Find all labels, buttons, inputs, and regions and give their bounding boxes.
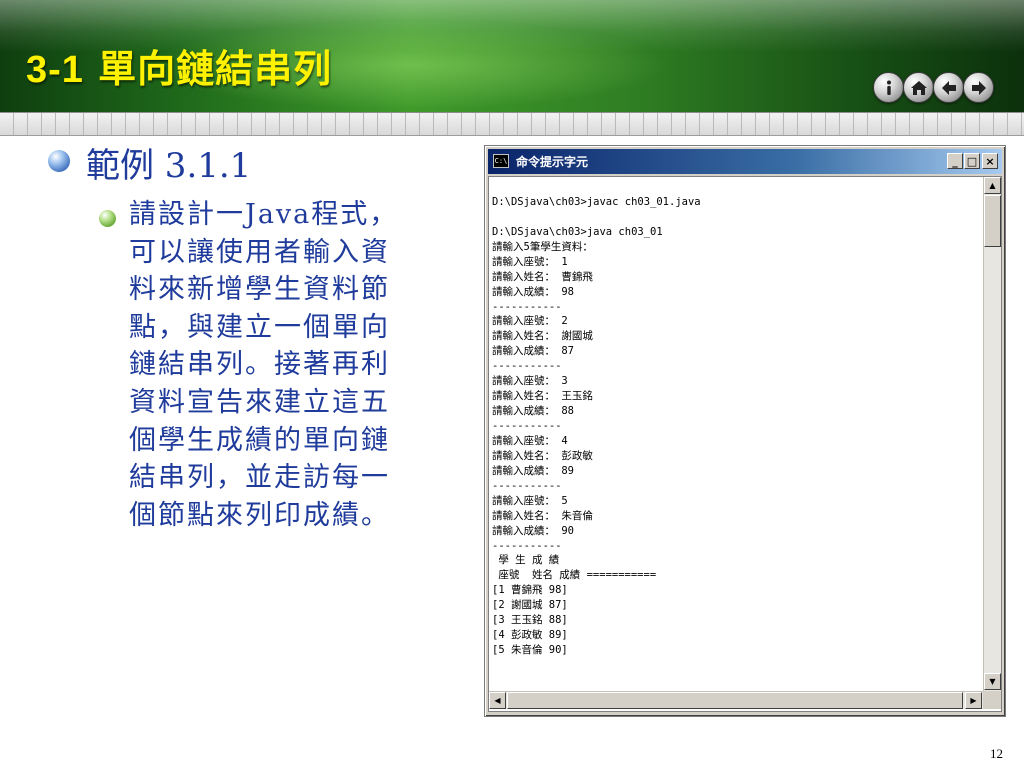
console-line: 請輸入5筆學生資料： (492, 240, 593, 253)
description-line: 資料宣告來建立這五 (129, 386, 390, 418)
console-line: 請輸入座號： 3 (492, 375, 568, 388)
sub-bullet-icon (99, 210, 116, 227)
description-line: 結串列，並走訪每一 (129, 462, 390, 494)
bullet-icon (48, 150, 70, 172)
console-line: 請輸入姓名： 彭政敏 (492, 449, 593, 462)
console-line: 請輸入成績： 88 (492, 405, 574, 418)
horizontal-scroll-thumb[interactable] (507, 692, 963, 709)
title-bar: 3-1 單向鏈結串列 (0, 0, 1024, 112)
description-line: 料來新增學生資料節 (129, 274, 390, 306)
description-line: 鏈結串列。接著再利 (129, 349, 390, 381)
console-line: 請輸入成績： 98 (492, 285, 574, 298)
scrollbar-corner (983, 691, 1001, 709)
console-line: 請輸入姓名： 王玉銘 (492, 390, 593, 403)
console-line: 請輸入姓名： 謝國城 (492, 330, 593, 343)
description-line: 請設計一Java程式， (129, 199, 399, 230)
header-divider (0, 112, 1024, 136)
window-title: 命令提示字元 (516, 155, 589, 169)
vertical-scroll-thumb[interactable] (984, 195, 1001, 247)
console-line: 請輸入座號： 2 (492, 315, 568, 328)
description-line: 點，與建立一個單向 (129, 311, 390, 343)
console-line: ----------- (492, 360, 562, 373)
command-prompt-window: C:\ 命令提示字元 _ □ × D:\DSjava\ch03>javac ch… (484, 145, 1006, 717)
console-line: D:\DSjava\ch03>javac ch03_01.java (492, 195, 701, 208)
cmd-app-icon[interactable]: C:\ (493, 154, 509, 168)
window-titlebar[interactable]: C:\ 命令提示字元 _ □ × (488, 149, 1002, 174)
home-button[interactable] (903, 72, 934, 103)
up-arrow-icon: ▲ (989, 181, 996, 190)
console-line: [4 彭政敏 89] (492, 629, 568, 642)
console-line: D:\DSjava\ch03>java ch03_01 (492, 225, 663, 238)
console-line: 請輸入成績： 87 (492, 345, 574, 358)
close-button[interactable]: × (982, 153, 998, 169)
scroll-down-button[interactable]: ▼ (984, 673, 1001, 690)
console-line: 請輸入成績： 90 (492, 524, 574, 537)
slide-title-text: 單向鏈結串列 (83, 46, 333, 91)
console-line: 請輸入姓名： 曹錦飛 (492, 270, 593, 283)
console-line: 請輸入姓名： 朱音倫 (492, 509, 593, 522)
console-line: [1 曹錦飛 98] (492, 584, 568, 597)
console-line: [3 王玉銘 88] (492, 614, 568, 627)
console-line: 請輸入成績： 89 (492, 464, 574, 477)
console-line: 請輸入座號： 5 (492, 494, 568, 507)
description-line: 個節點來列印成績。 (129, 499, 390, 531)
scroll-right-button[interactable]: ▶ (965, 692, 982, 709)
slide-title: 3-1 單向鏈結串列 (26, 38, 333, 91)
horizontal-scrollbar[interactable]: ◀ ▶ (489, 691, 983, 709)
left-arrow-icon: ◀ (494, 696, 501, 705)
console-line: ----------- (492, 479, 562, 492)
console-line: D:\DSjava\ch03> (492, 688, 982, 690)
back-button[interactable] (933, 72, 964, 103)
scroll-left-button[interactable]: ◀ (489, 692, 506, 709)
console-line: [2 謝國城 87] (492, 599, 568, 612)
console-line: 學 生 成 績 (492, 554, 560, 567)
description-line: 個學生成績的單向鏈 (129, 424, 390, 456)
forward-button[interactable] (963, 72, 994, 103)
console-line: 請輸入座號： 1 (492, 255, 568, 268)
forward-arrow-icon (971, 80, 986, 95)
maximize-button[interactable]: □ (964, 153, 980, 169)
console-line: ----------- (492, 539, 562, 552)
console-line: ----------- (492, 300, 562, 313)
console-area[interactable]: D:\DSjava\ch03>javac ch03_01.java D:\DSja… (488, 176, 1002, 712)
console-line: 請輸入座號： 4 (492, 434, 568, 447)
back-arrow-icon (941, 80, 956, 95)
scroll-up-button[interactable]: ▲ (984, 177, 1001, 194)
down-arrow-icon: ▼ (989, 677, 996, 686)
home-icon (910, 80, 927, 95)
console-line: ----------- (492, 420, 562, 432)
console-output[interactable]: D:\DSjava\ch03>javac ch03_01.java D:\DSja… (492, 180, 982, 690)
console-line: 座號 姓名 成績 =========== (492, 569, 657, 582)
example-description: 請設計一Java程式， 可以讓使用者輸入資 料來新增學生資料節 點，與建立一個單向 鏈結… (129, 196, 469, 534)
description-line: 可以讓使用者輸入資 (129, 236, 390, 268)
info-icon (886, 80, 891, 95)
nav-buttons (873, 72, 994, 104)
slide-title-number: 3-1 (26, 49, 84, 91)
console-line: [5 朱音倫 90] (492, 644, 568, 657)
page-number: 12 (990, 746, 1003, 761)
example-heading: 範例 3.1.1 (86, 146, 252, 186)
info-button[interactable] (873, 72, 904, 103)
right-arrow-icon: ▶ (970, 696, 977, 705)
minimize-button[interactable]: _ (947, 153, 963, 169)
vertical-scrollbar[interactable]: ▲ ▼ (983, 177, 1001, 691)
